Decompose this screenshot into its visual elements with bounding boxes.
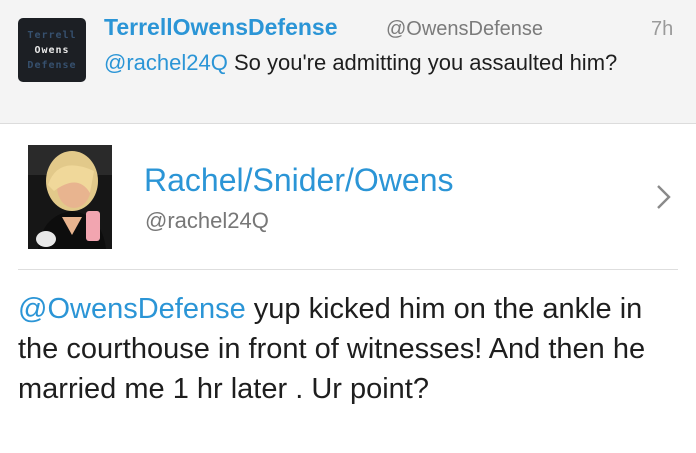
author-handle: @rachel24Q — [145, 208, 269, 233]
reply-tweet[interactable]: Terrell Owens Defense TerrellOwensDefens… — [0, 0, 696, 124]
divider — [18, 269, 678, 270]
reply-mention-link[interactable]: @rachel24Q — [104, 50, 228, 75]
reply-handle: @OwensDefense — [386, 18, 544, 40]
logo-text-line2: Owens — [34, 45, 70, 56]
author-display-name[interactable]: Rachel/Snider/Owens — [144, 162, 453, 199]
logo-text-line3: Defense — [27, 60, 77, 71]
owens-defense-avatar[interactable]: Terrell Owens Defense — [18, 18, 86, 82]
main-mention-link[interactable]: @OwensDefense — [18, 293, 246, 325]
reply-body-text: So you're admitting you assaulted him? — [227, 50, 618, 75]
main-tweet-text: @OwensDefense yup kicked him on the ankl… — [18, 289, 678, 409]
logo-text-line1: Terrell — [27, 30, 77, 41]
chevron-right-icon[interactable] — [654, 183, 674, 211]
rachel-avatar[interactable] — [28, 145, 112, 249]
reply-display-name[interactable]: TerrellOwensDefense — [104, 14, 338, 41]
reply-timestamp: 7h — [651, 18, 674, 40]
reply-tweet-text: @rachel24Q So you're admitting you assau… — [104, 48, 674, 78]
